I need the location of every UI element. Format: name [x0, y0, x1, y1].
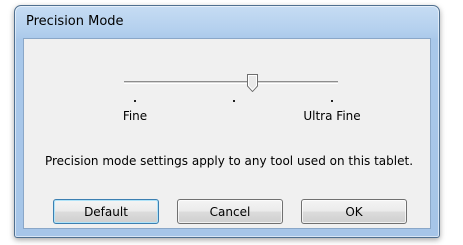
ok-button[interactable]: OK — [301, 199, 407, 224]
precision-mode-dialog: Precision Mode Fine Ultra Fine Precision… — [14, 5, 440, 238]
dialog-client-area: Fine Ultra Fine Precision mode settings … — [23, 38, 431, 229]
dialog-title: Precision Mode — [26, 14, 124, 29]
cancel-button[interactable]: Cancel — [177, 199, 283, 224]
description-text: Precision mode settings apply to any too… — [44, 154, 414, 168]
slider-thumb[interactable] — [246, 74, 258, 92]
slider-track[interactable] — [124, 81, 338, 84]
slider-label-ultra-fine: Ultra Fine — [303, 109, 361, 123]
default-button[interactable]: Default — [53, 199, 159, 224]
slider-tick-ultra-fine — [331, 100, 333, 102]
slider-label-fine: Fine — [122, 109, 148, 123]
precision-slider[interactable] — [124, 74, 338, 98]
slider-tick-middle — [233, 100, 235, 102]
slider-tick-fine — [134, 100, 136, 102]
